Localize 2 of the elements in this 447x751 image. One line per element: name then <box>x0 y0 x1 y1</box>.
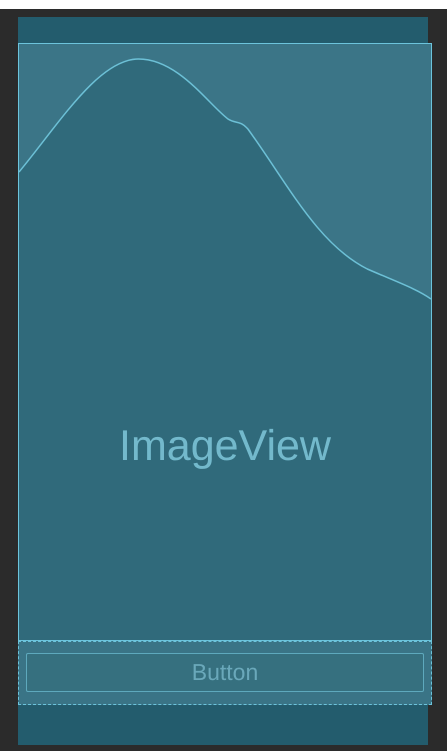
image-view-label: ImageView <box>118 422 332 471</box>
button[interactable]: Button <box>26 653 424 692</box>
